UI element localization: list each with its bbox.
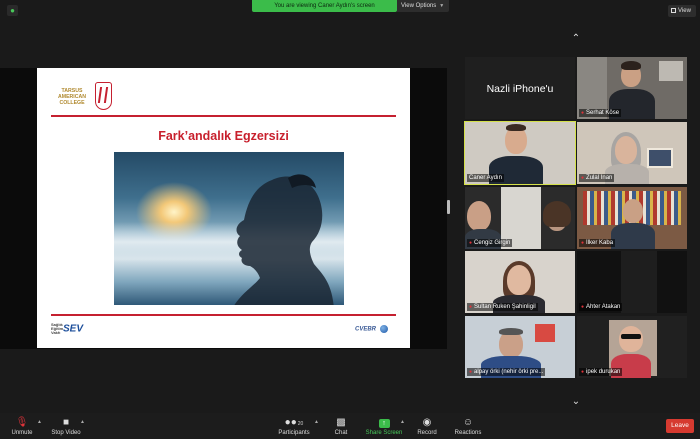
slide-divider-bottom <box>51 314 396 316</box>
view-options-label: View Options <box>401 3 437 9</box>
chevron-up-icon[interactable]: ▲ <box>80 419 85 425</box>
view-label: View <box>678 8 691 14</box>
participant-name-tag: ● Serhat Köse <box>579 109 622 117</box>
viewing-banner: You are viewing Caner Aydın's screen <box>252 0 397 12</box>
video-camera-icon: ■ <box>62 417 70 428</box>
chevron-up-icon[interactable]: ▲ <box>37 419 42 425</box>
chevron-up-icon[interactable]: ▲ <box>400 419 405 425</box>
chevron-up-icon[interactable]: ▲ <box>314 419 319 425</box>
participants-count: 20 <box>297 421 304 427</box>
participant-name-tag: ● ipek durukan <box>579 368 623 376</box>
participant-tile[interactable]: ● alpay örki (nehir örki pre... <box>465 316 575 378</box>
chat-label: Chat <box>334 430 348 436</box>
reactions-label: Reactions <box>454 430 482 436</box>
muted-mic-icon: ● <box>581 110 585 116</box>
view-options-button[interactable]: View Options ▼ <box>397 0 449 12</box>
participant-tile[interactable]: ● Ahter Atakan <box>577 251 687 313</box>
participant-name-tag: ● Ahter Atakan <box>579 303 623 311</box>
gallery-next-chevron-down-icon[interactable]: ⌄ <box>568 397 584 407</box>
grid-icon <box>671 8 676 13</box>
sunglasses <box>621 334 641 339</box>
muted-mic-icon: ● <box>581 369 585 375</box>
participant-name-tag: ● Cengiz Girgin <box>467 239 513 247</box>
participant-tile[interactable]: ● ipek durukan <box>577 316 687 378</box>
participants-label: Participants <box>278 430 310 436</box>
participants-button[interactable]: ●●20 Participants <box>274 416 314 438</box>
logo-tac-text: TARSUS AMERICAN COLLEGE <box>58 88 86 106</box>
participant-face <box>623 199 643 223</box>
slide-divider-top <box>51 115 396 117</box>
chat-button[interactable]: ▩ Chat <box>330 416 352 438</box>
sev-logo: Sağlık Eğitim Vakfı SEV <box>51 323 83 335</box>
share-screen-icon: ↑ <box>378 419 390 428</box>
head-silhouette <box>234 174 334 305</box>
chat-bubble-icon: ▩ <box>336 417 346 428</box>
reactions-icon: ☺ <box>462 417 474 428</box>
security-shield-icon[interactable]: ● <box>7 5 18 16</box>
participant-name: alpay örki (nehir örki pre... <box>474 369 544 375</box>
view-layout-button[interactable]: View <box>668 5 696 17</box>
participant-name: İlker Kaba <box>586 240 614 246</box>
stop-video-label: Stop Video <box>51 430 81 436</box>
participant-face <box>619 326 643 352</box>
zoom-window: { "banner": {"text": "You are viewing Ca… <box>0 0 700 439</box>
record-label: Record <box>417 430 437 436</box>
participant-name-tag: ● alpay örki (nehir örki pre... <box>467 368 546 376</box>
splitter-handle[interactable] <box>447 200 450 214</box>
participant-name: Serhat Köse <box>586 110 620 116</box>
sev-logo-small: Sağlık Eğitim Vakfı <box>51 322 64 335</box>
participants-icon: ●●20 <box>284 417 304 428</box>
slide-title: Fark’andalık Egzersizi <box>158 129 289 143</box>
participant-name-tag: ● Zulal Inan <box>579 174 615 182</box>
participant-name: Nazli iPhone'u <box>486 83 554 95</box>
record-button[interactable]: ◉ Record <box>414 416 440 438</box>
participant-tile-active-speaker[interactable]: Caner Aydın <box>464 121 576 185</box>
muted-mic-icon: ● <box>581 240 585 246</box>
participant-name: Cengiz Girgin <box>474 240 511 246</box>
unmute-button[interactable]: 🎙 Unmute <box>8 416 36 438</box>
participant-name-tag: Caner Aydın <box>467 174 504 182</box>
presentation-slide: TARSUS AMERICAN COLLEGE Fark’andalık Egz… <box>37 68 410 348</box>
microphone-muted-icon: 🎙 <box>15 417 29 428</box>
muted-mic-icon: ● <box>469 304 473 310</box>
cv-logo: CVEBR <box>355 325 389 333</box>
muted-mic-icon: ● <box>581 175 585 181</box>
participant-name: Caner Aydın <box>469 175 502 181</box>
participant-name: Ahter Atakan <box>586 304 621 310</box>
participant-tile[interactable]: ● Serhat Köse <box>577 57 687 119</box>
participant-tile[interactable]: ● İlker Kaba <box>577 187 687 249</box>
muted-mic-icon: ● <box>469 369 473 375</box>
participant-name: Zulal Inan <box>586 175 613 181</box>
chevron-down-icon: ▼ <box>439 3 445 9</box>
stop-video-button[interactable]: ■ Stop Video <box>48 416 84 438</box>
muted-mic-icon: ● <box>469 240 473 246</box>
participant-name-tag: ● İlker Kaba <box>579 239 616 247</box>
participant-face <box>467 201 491 231</box>
participant-tile[interactable]: ● Sultan Ruken Şahinligil <box>465 251 575 313</box>
leave-button[interactable]: Leave <box>666 419 694 433</box>
unmute-label: Unmute <box>11 430 33 436</box>
participant-face <box>507 265 531 295</box>
sev-logo-text: SEV <box>63 323 84 335</box>
participant-tile[interactable]: Nazli iPhone'u <box>465 57 575 119</box>
meeting-toolbar: 🎙 Unmute ▲ ■ Stop Video ▲ ●●20 Participa… <box>0 413 700 439</box>
record-icon: ◉ <box>422 417 432 428</box>
reactions-button[interactable]: ☺ Reactions <box>452 416 484 438</box>
participant-name: ipek durukan <box>586 369 621 375</box>
silhouette-photo <box>114 152 344 305</box>
participant-tile[interactable]: ● Zulal Inan <box>577 122 687 184</box>
participant-face <box>615 136 637 164</box>
participant-tile[interactable]: ● Cengiz Girgin <box>465 187 575 249</box>
tarsus-american-college-logo: TARSUS AMERICAN COLLEGE <box>50 82 120 112</box>
cv-logo-text: CVEBR <box>355 326 377 333</box>
participant-name: Sultan Ruken Şahinligil <box>474 304 536 310</box>
gallery-prev-chevron-up-icon[interactable]: ⌃ <box>568 34 584 44</box>
muted-mic-icon: ● <box>581 304 585 310</box>
college-shield-logo <box>95 82 112 110</box>
globe-icon <box>380 325 389 333</box>
participant-name-tag: ● Sultan Ruken Şahinligil <box>467 303 538 311</box>
share-screen-label: Share Screen <box>365 430 403 436</box>
